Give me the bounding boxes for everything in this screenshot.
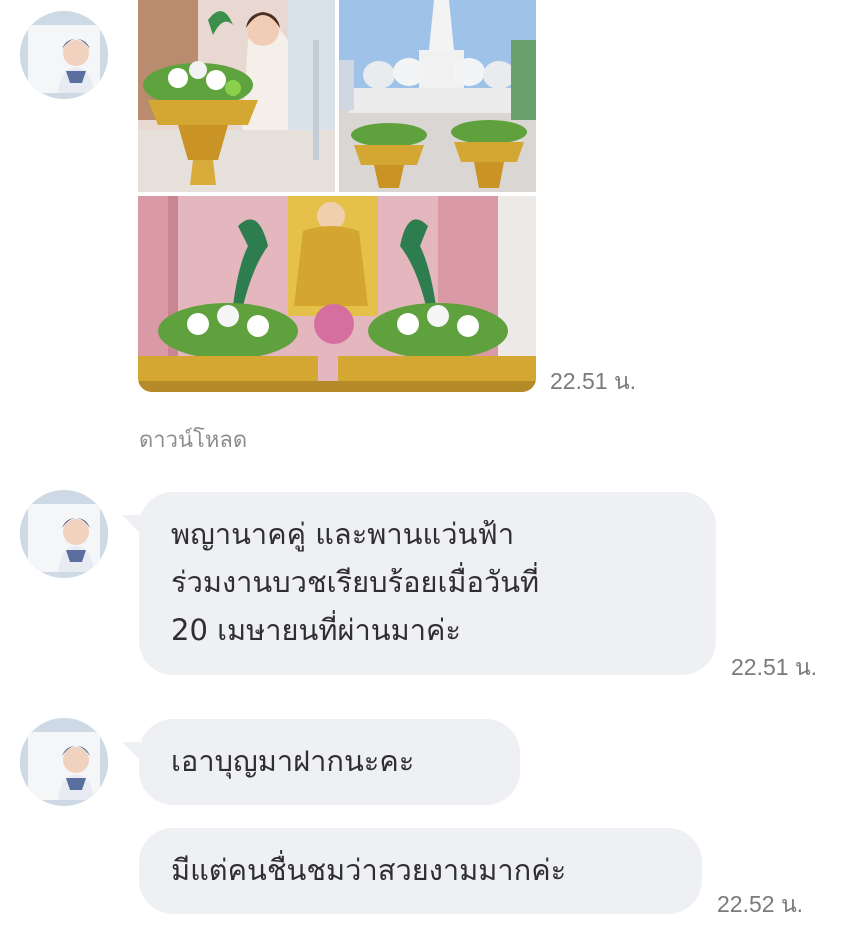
- user-avatar-icon: [20, 718, 108, 806]
- sender-avatar[interactable]: [20, 718, 108, 806]
- message-bubble[interactable]: พญานาคคู่ และพานแว่นฟ้า ร่วมงานบวชเรียบร…: [139, 492, 716, 675]
- message-bubble[interactable]: มีแต่คนชื่นชมว่าสวยงามมากค่ะ: [139, 828, 702, 914]
- message-timestamp: 22.51 น.: [550, 368, 637, 394]
- sender-avatar[interactable]: [20, 490, 108, 578]
- message-timestamp: 22.52 น.: [717, 891, 804, 917]
- user-avatar-icon: [20, 11, 108, 99]
- sender-avatar[interactable]: [20, 11, 108, 99]
- user-avatar-icon: [20, 490, 108, 578]
- photo-temple[interactable]: [339, 0, 536, 192]
- bubble-tail: [122, 515, 140, 533]
- message-timestamp: 22.51 น.: [731, 654, 818, 680]
- photo-grid[interactable]: [138, 0, 536, 392]
- photo-ceremony-woman[interactable]: [138, 0, 335, 192]
- bubble-tail: [122, 742, 140, 760]
- message-bubble[interactable]: เอาบุญมาฝากนะคะ: [139, 719, 520, 805]
- photo-shrine[interactable]: [138, 196, 536, 392]
- download-link[interactable]: ดาวน์โหลด: [139, 422, 247, 457]
